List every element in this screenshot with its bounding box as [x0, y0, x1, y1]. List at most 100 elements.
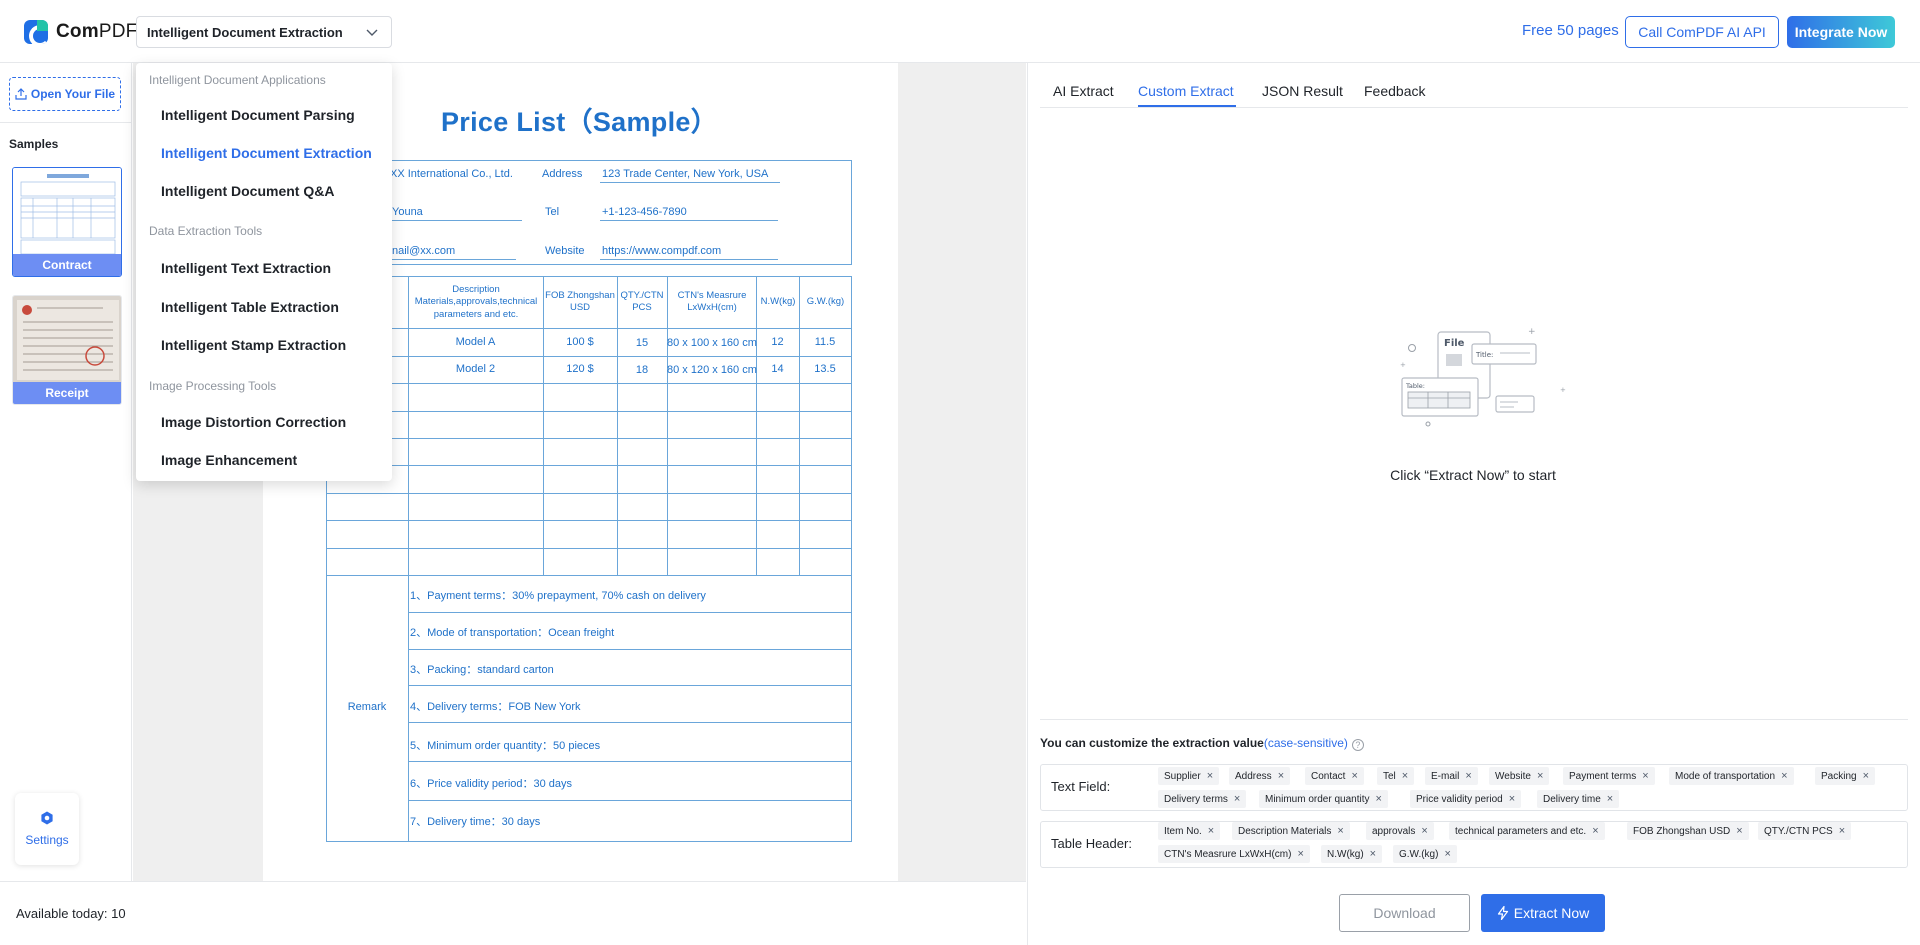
menu-item-image-enhancement[interactable]: Image Enhancement: [161, 452, 297, 468]
menu-item-distortion-correction[interactable]: Image Distortion Correction: [161, 414, 346, 430]
doc-table-line: [326, 276, 852, 277]
tab-custom-extract[interactable]: Custom Extract: [1138, 83, 1234, 99]
remove-chip-icon[interactable]: ×: [1208, 825, 1214, 837]
doc-underline: [600, 259, 778, 260]
remove-chip-icon[interactable]: ×: [1278, 770, 1284, 782]
tab-feedback[interactable]: Feedback: [1364, 83, 1425, 99]
field-chip-label: G.W.(kg): [1399, 848, 1439, 860]
table-header-label: Table Header:: [1051, 836, 1132, 851]
field-chip: Mode of transportation ×: [1669, 767, 1794, 785]
dropdown-group-title: Data Extraction Tools: [149, 224, 263, 238]
remove-chip-icon[interactable]: ×: [1351, 770, 1357, 782]
illus-table-label: Table:: [1405, 382, 1425, 390]
free-pages-link[interactable]: Free 50 pages: [1522, 22, 1619, 39]
doc-table-line: [326, 356, 852, 357]
doc-remark: 5、Minimum order quantity：50 pieces: [410, 740, 601, 752]
viewer-footer: [0, 881, 1026, 945]
tab-ai-extract[interactable]: AI Extract: [1053, 83, 1114, 99]
remove-chip-icon[interactable]: ×: [1421, 825, 1427, 837]
menu-item-table-extraction[interactable]: Intelligent Table Extraction: [161, 299, 339, 315]
menu-item-document-qa[interactable]: Intelligent Document Q&A: [161, 183, 334, 199]
doc-line: [326, 264, 852, 265]
doc-table-line: [408, 761, 852, 762]
svg-text:+: +: [1400, 361, 1406, 369]
tabs-divider: [1040, 107, 1908, 108]
call-api-button[interactable]: Call ComPDF AI API: [1625, 16, 1779, 48]
doc-line: [326, 160, 852, 161]
open-file-button[interactable]: Open Your File: [9, 77, 121, 111]
field-chip: Price validity period ×: [1410, 790, 1522, 808]
extract-now-button[interactable]: Extract Now: [1481, 894, 1605, 932]
doc-th-nw: N.W(kg): [760, 296, 796, 307]
illus-file-label: File: [1444, 338, 1465, 349]
doc-cell: 18: [635, 364, 649, 376]
settings-button[interactable]: Settings: [15, 793, 79, 865]
remove-chip-icon[interactable]: ×: [1736, 825, 1742, 837]
field-chip: Packing ×: [1815, 767, 1876, 785]
field-chip: Minimum order quantity ×: [1259, 790, 1388, 808]
remove-chip-icon[interactable]: ×: [1234, 793, 1240, 805]
svg-text:+: +: [1560, 386, 1566, 394]
logo-text: ComPDF: [56, 21, 138, 42]
remove-chip-icon[interactable]: ×: [1375, 793, 1381, 805]
remove-chip-icon[interactable]: ×: [1402, 770, 1408, 782]
field-chip-label: Payment terms: [1569, 770, 1637, 782]
lightning-icon: [1497, 906, 1508, 920]
download-button[interactable]: Download: [1339, 894, 1470, 932]
remove-chip-icon[interactable]: ×: [1537, 770, 1543, 782]
doc-underline: [390, 220, 522, 221]
field-chip: Tel ×: [1377, 767, 1415, 785]
remove-chip-icon[interactable]: ×: [1509, 793, 1515, 805]
remove-chip-icon[interactable]: ×: [1370, 848, 1376, 860]
remove-chip-icon[interactable]: ×: [1465, 770, 1471, 782]
doc-tel: +1-123-456-7890: [602, 206, 687, 218]
illus-title-label: Title:: [1475, 351, 1493, 359]
field-chip: CTN's Measrure LxWxH(cm) ×: [1158, 845, 1310, 863]
doc-remark: 7、Delivery time：30 days: [410, 816, 541, 828]
field-chip-label: Mode of transportation: [1675, 770, 1776, 782]
remove-chip-icon[interactable]: ×: [1863, 770, 1869, 782]
remove-chip-icon[interactable]: ×: [1297, 848, 1303, 860]
field-chip-label: Tel: [1383, 770, 1396, 782]
app-select[interactable]: Intelligent Document Extraction: [136, 16, 392, 48]
remove-chip-icon[interactable]: ×: [1207, 770, 1213, 782]
menu-item-document-parsing[interactable]: Intelligent Document Parsing: [161, 107, 355, 123]
doc-table-line: [326, 465, 852, 466]
remove-chip-icon[interactable]: ×: [1337, 825, 1343, 837]
doc-remark: 4、Delivery terms：FOB New York: [410, 701, 581, 713]
menu-item-text-extraction[interactable]: Intelligent Text Extraction: [161, 260, 331, 276]
remove-chip-icon[interactable]: ×: [1781, 770, 1787, 782]
field-chip-label: N.W(kg): [1327, 848, 1364, 860]
doc-table-line: [326, 438, 852, 439]
field-chip: Website ×: [1489, 767, 1550, 785]
doc-table-line: [799, 276, 800, 575]
tab-json-result[interactable]: JSON Result: [1262, 83, 1343, 99]
doc-underline: [390, 259, 516, 260]
integrate-now-button[interactable]: Integrate Now: [1787, 16, 1895, 48]
document-title: Price List（Sample）: [441, 107, 718, 137]
doc-table-line: [326, 328, 852, 329]
doc-th-gw: G.W.(kg): [806, 296, 845, 307]
sample-receipt[interactable]: Receipt: [12, 295, 122, 405]
doc-line: [851, 160, 852, 265]
help-icon[interactable]: ?: [1351, 739, 1364, 751]
doc-website-label: Website: [545, 245, 585, 257]
field-chip: approvals ×: [1366, 822, 1434, 840]
remove-chip-icon[interactable]: ×: [1607, 793, 1613, 805]
field-chip-label: Description Materials: [1238, 825, 1332, 837]
contract-thumbnail: [13, 168, 121, 256]
remove-chip-icon[interactable]: ×: [1444, 848, 1450, 860]
compdf-logo[interactable]: ComPDF: [24, 20, 137, 44]
remove-chip-icon[interactable]: ×: [1839, 825, 1845, 837]
menu-item-document-extraction[interactable]: Intelligent Document Extraction: [161, 145, 372, 161]
remove-chip-icon[interactable]: ×: [1642, 770, 1648, 782]
extract-now-label: Extract Now: [1513, 905, 1590, 921]
sample-contract[interactable]: Contract: [12, 167, 122, 277]
samples-sidebar: Open Your File Samples Contract Receipt …: [0, 63, 132, 945]
remove-chip-icon[interactable]: ×: [1592, 825, 1598, 837]
menu-item-stamp-extraction[interactable]: Intelligent Stamp Extraction: [161, 337, 346, 353]
doc-cell: 12: [771, 336, 784, 348]
doc-tel-label: Tel: [545, 206, 560, 218]
receipt-thumbnail: [13, 296, 121, 384]
doc-table-line: [667, 276, 668, 575]
